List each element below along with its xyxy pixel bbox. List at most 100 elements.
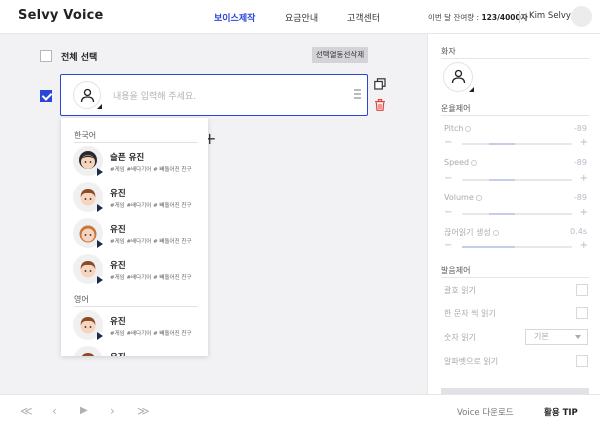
info-icon[interactable] xyxy=(465,125,472,132)
username[interactable]: Kim Selvy xyxy=(529,11,571,21)
pause-value: 0.4s xyxy=(570,227,587,236)
voice-name: 유진 xyxy=(110,225,126,235)
voice-name: 유진 xyxy=(110,261,126,271)
play-icon[interactable] xyxy=(97,204,103,212)
group-divider xyxy=(74,306,198,307)
volume-slider[interactable] xyxy=(462,213,572,215)
pause-label: 끊어읽기 생성 xyxy=(444,227,499,238)
info-icon[interactable] xyxy=(471,159,478,166)
voice-tags: #게임 #배다기어 # 빼돌어진 친구 xyxy=(110,331,192,337)
voice-tags: #게임 #배다기어 # 빼돌어진 친구 xyxy=(110,239,192,245)
play-icon[interactable] xyxy=(97,276,103,284)
volume-decrease-button[interactable]: − xyxy=(444,208,452,218)
char-by-char-checkbox[interactable] xyxy=(576,307,588,319)
voice-name: 슬픈 유진 xyxy=(110,153,145,163)
section-divider xyxy=(441,115,589,116)
copy-icon[interactable] xyxy=(374,78,386,90)
voice-download-button[interactable]: Voice 다운로드 xyxy=(457,406,514,418)
info-icon[interactable] xyxy=(492,229,499,236)
voice-name: 유진 xyxy=(110,317,126,327)
alphabet-checkbox[interactable] xyxy=(576,355,588,367)
top-header: Selvy Voice 보이스제작 요금안내 고객센터 이번 달 잔여량 : 1… xyxy=(0,0,600,34)
app-logo[interactable]: Selvy Voice xyxy=(18,8,104,23)
speed-label: Speed xyxy=(444,158,478,167)
delete-selected-button[interactable]: 선택열동선삭제 xyxy=(312,47,368,63)
number-reading-select-value: 기본 xyxy=(534,332,549,341)
voice-item[interactable]: 유진 #게임 #배다기어 # 빼돌어진 친구 xyxy=(73,254,203,288)
row-checkbox[interactable] xyxy=(40,90,52,102)
player-footer: ≪ ‹ ▶ › ≫ Voice 다운로드 활용 TIP xyxy=(0,394,600,427)
pronunciation-section-label: 발음제어 xyxy=(441,266,471,275)
person-icon xyxy=(80,88,95,103)
play-button[interactable]: ▶ xyxy=(80,404,88,418)
char-by-char-option-label: 한 문자 씩 읽기 xyxy=(444,309,496,318)
volume-increase-button[interactable]: + xyxy=(580,208,588,218)
play-icon[interactable] xyxy=(97,240,103,248)
nav-pricing[interactable]: 요금안내 xyxy=(285,11,318,24)
voice-tags: #게임 #배다기어 # 빼돌어진 친구 xyxy=(110,203,192,209)
skip-last-button[interactable]: ≫ xyxy=(137,404,150,418)
pitch-value: -89 xyxy=(573,124,587,133)
nav-voice-creation[interactable]: 보이스제작 xyxy=(214,11,255,24)
pause-increase-button[interactable]: + xyxy=(580,241,588,251)
voice-tags: #게임 #배다기어 # 빼돌어진 친구 xyxy=(110,275,192,281)
group-divider xyxy=(74,142,198,143)
parenthesis-option-label: 괄호 읽기 xyxy=(444,286,476,295)
user-avatar[interactable] xyxy=(571,6,592,27)
speed-decrease-button[interactable]: − xyxy=(444,174,452,184)
pause-slider[interactable] xyxy=(462,246,572,248)
voice-item[interactable]: 유진 #게임 #배다기어 # 빼돌어진 친구 xyxy=(73,218,203,252)
group-label-english: 영어 xyxy=(74,295,89,304)
voice-item[interactable]: 유진 #게임 #배다기어 # 빼돌어진 친구 xyxy=(73,310,203,344)
parenthesis-checkbox[interactable] xyxy=(576,284,588,296)
voice-name: 유진 xyxy=(110,351,126,356)
sentence-input-box[interactable]: 내용을 입력해 주세요. xyxy=(60,74,368,116)
voice-name: 유진 xyxy=(110,189,126,199)
speaker-select-button[interactable] xyxy=(443,62,474,92)
select-all-label: 전체 선택 xyxy=(61,53,98,63)
corner-indicator-icon xyxy=(97,104,102,109)
nav-support[interactable]: 고객센터 xyxy=(347,11,380,24)
volume-value: -89 xyxy=(573,193,587,202)
prev-button[interactable]: ‹ xyxy=(52,404,57,418)
help-tip-button[interactable]: 활용 TIP xyxy=(544,406,578,418)
trash-icon[interactable] xyxy=(374,99,386,111)
voice-item[interactable]: 유진 #게임 #배다기어 # 빼돌어진 친구 xyxy=(73,182,203,216)
pitch-label: Pitch xyxy=(444,124,472,133)
pitch-slider[interactable] xyxy=(462,143,572,145)
usage-indicator: 이번 달 잔여량 : 123/4000자 xyxy=(428,12,528,23)
alphabet-option-label: 알파벳으로 읽기 xyxy=(444,357,499,366)
voice-select-button[interactable] xyxy=(73,81,102,109)
speed-slider[interactable] xyxy=(462,179,572,181)
input-placeholder[interactable]: 내용을 입력해 주세요. xyxy=(113,89,196,102)
pause-decrease-button[interactable]: − xyxy=(444,241,452,251)
group-label-korean: 한국어 xyxy=(74,131,97,140)
number-reading-select[interactable]: 기본 xyxy=(525,329,588,345)
speed-label-text: Speed xyxy=(444,158,470,167)
pause-label-text: 끊어읽기 생성 xyxy=(444,228,491,237)
prosody-section-label: 운율제어 xyxy=(441,104,471,113)
next-button[interactable]: › xyxy=(110,404,115,418)
play-icon[interactable] xyxy=(97,168,103,176)
select-all-checkbox[interactable] xyxy=(40,50,52,62)
volume-label: Volume xyxy=(444,193,482,202)
section-divider xyxy=(441,58,589,59)
voice-item[interactable]: 유진 xyxy=(73,346,203,356)
person-icon xyxy=(451,69,466,84)
pitch-label-text: Pitch xyxy=(444,124,464,133)
speed-increase-button[interactable]: + xyxy=(580,174,588,184)
section-divider xyxy=(441,277,589,278)
voice-dropdown: 한국어 슬픈 유진 #게임 #배다기어 # 빼돌어진 친구 유진 #게임 #배다… xyxy=(61,118,208,356)
skip-first-button[interactable]: ≪ xyxy=(20,404,33,418)
speaker-section-label: 화자 xyxy=(441,47,456,56)
volume-label-text: Volume xyxy=(444,193,474,202)
usage-label: 이번 달 잔여량 : xyxy=(428,13,482,22)
number-reading-option-label: 숫자 읽기 xyxy=(444,333,476,342)
pitch-increase-button[interactable]: + xyxy=(580,138,588,148)
play-icon[interactable] xyxy=(97,332,103,340)
pitch-decrease-button[interactable]: − xyxy=(444,138,452,148)
drag-handle-icon[interactable] xyxy=(354,89,361,101)
voice-item[interactable]: 슬픈 유진 #게임 #배다기어 # 빼돌어진 친구 xyxy=(73,146,203,180)
info-icon[interactable] xyxy=(475,194,482,201)
settings-panel: 화자 운율제어 Pitch -89 − + Speed -89 − + Volu… xyxy=(427,34,600,394)
